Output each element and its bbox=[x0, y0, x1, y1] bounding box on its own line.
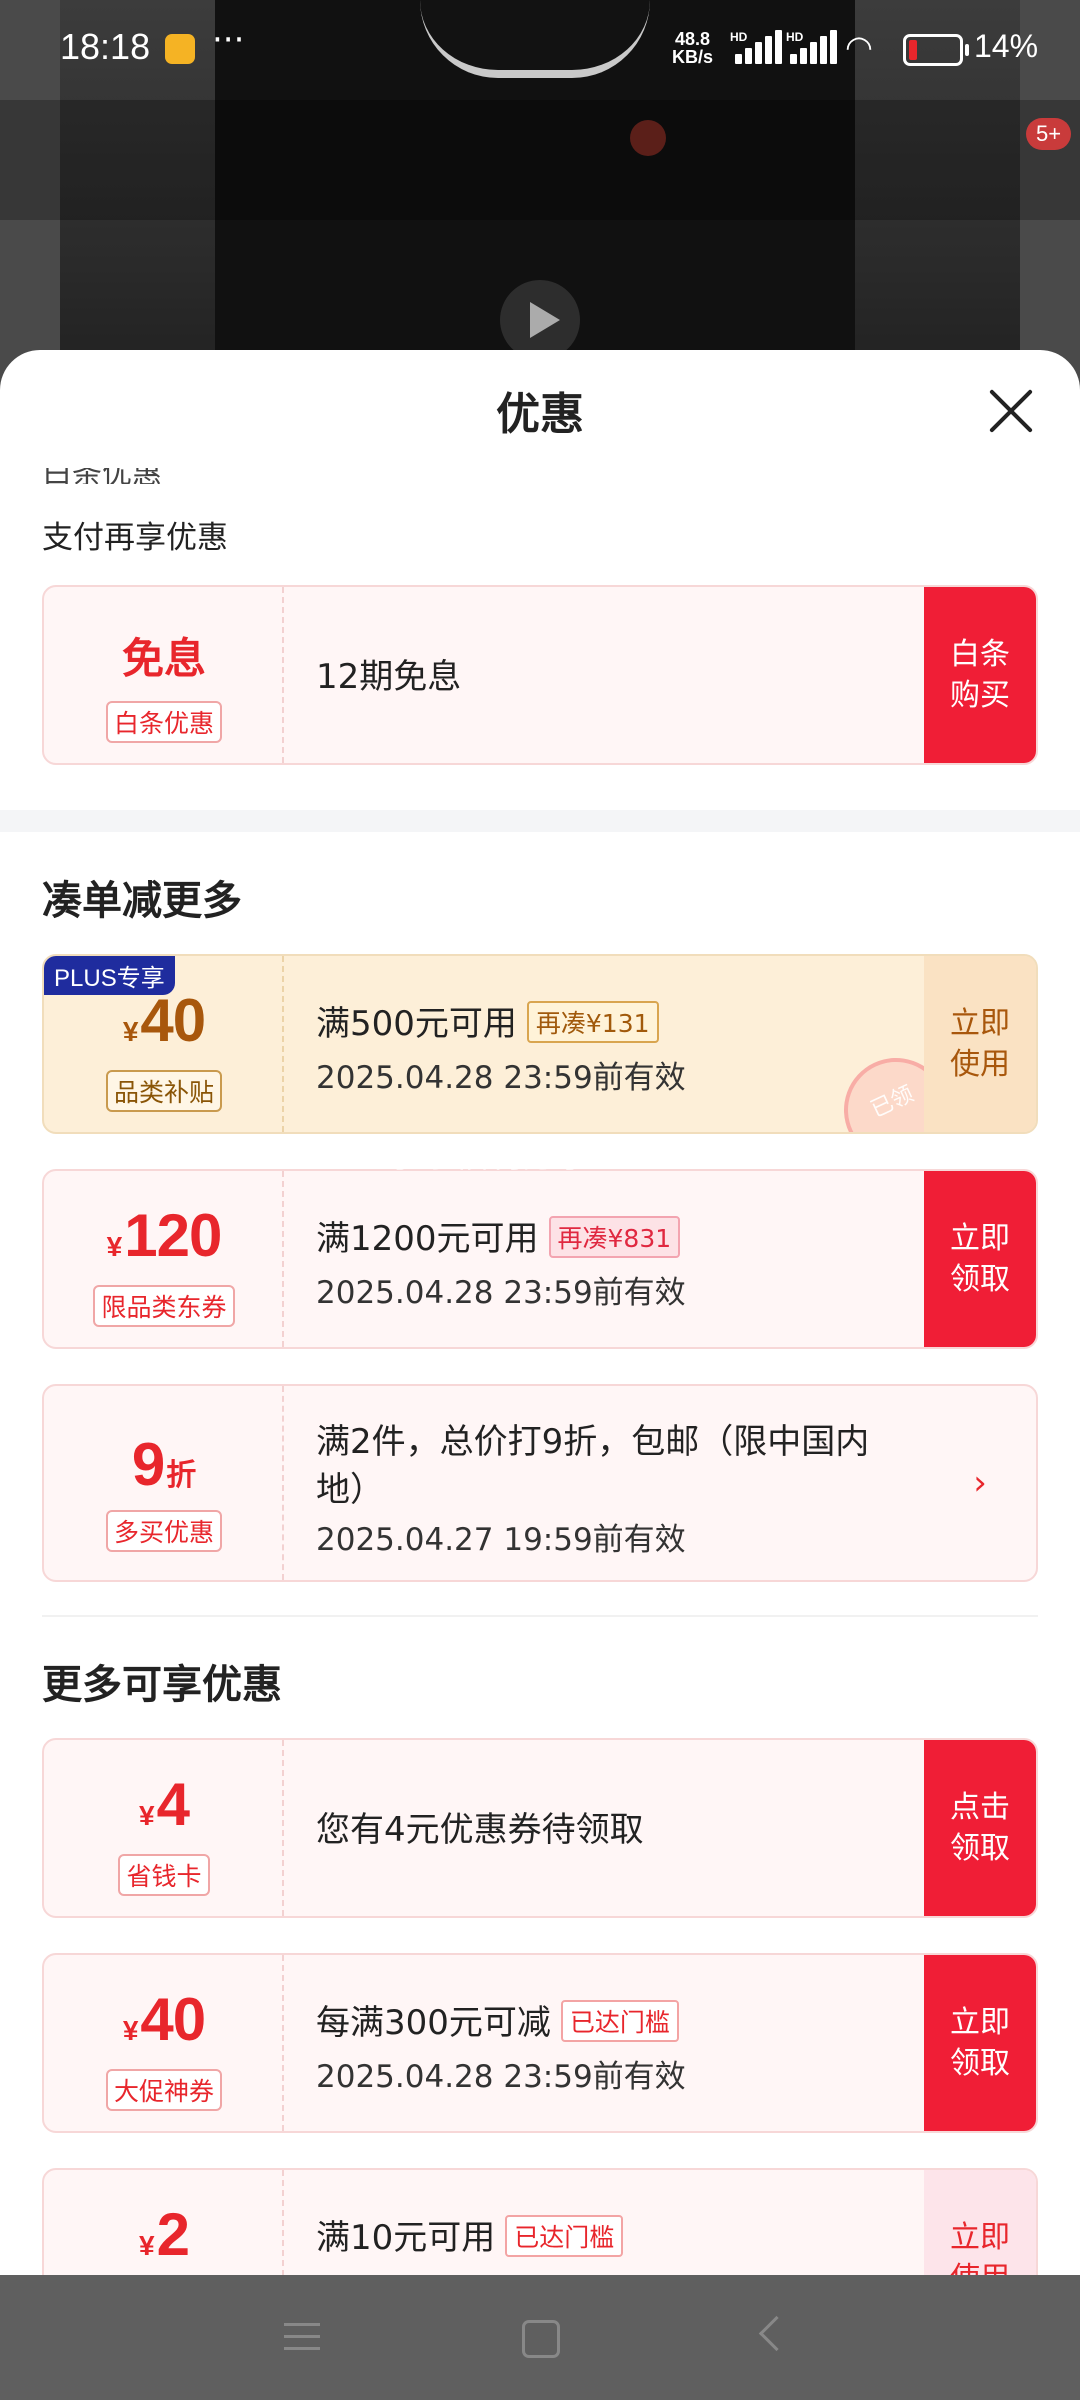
threshold-badge: 已达门槛 bbox=[505, 2215, 624, 2257]
coupon-validity: 2025.04.28 23:59前有效 bbox=[316, 1060, 686, 1096]
threshold-badge: 已达门槛 bbox=[560, 2000, 679, 2042]
coupon-value: ¥2 bbox=[139, 2201, 190, 2268]
coupon-value: 免息 bbox=[121, 634, 206, 683]
section-gap bbox=[0, 810, 1080, 832]
coupon-card: ¥120 限品类东券 满1200元可用 再凑¥831 2025.04.28 23:… bbox=[42, 1169, 1038, 1349]
message-count-badge[interactable]: 5+ bbox=[1026, 118, 1072, 150]
coupon-card: ¥4 省钱卡 您有4元优惠券待领取 点击领取 bbox=[42, 1738, 1038, 1918]
wifi-icon: ◠ bbox=[845, 28, 873, 66]
coupon-info: 满500元可用 再凑¥131 2025.04.28 23:59前有效 bbox=[316, 956, 916, 1132]
coupon-tag: 品类补贴 bbox=[44, 1070, 284, 1112]
claim-now-button[interactable]: 立即领取 bbox=[924, 1955, 1036, 2131]
notification-app-icon bbox=[165, 34, 195, 64]
coupon-title-cont: 地） bbox=[316, 1470, 384, 1510]
coupon-value: ¥40 bbox=[122, 1986, 206, 2053]
coupon-value: 9折 bbox=[131, 1431, 197, 1498]
coupon-title: 每满300元可减 已达门槛 bbox=[316, 1995, 679, 2044]
system-nav-bar bbox=[0, 2275, 1080, 2400]
coupon-card[interactable]: 9折 多买优惠 满2件，总价打9折，包邮（限中国内 地） 2025.04.27 … bbox=[42, 1384, 1038, 1582]
status-time: 18:18 bbox=[60, 26, 151, 67]
baitiao-card: 免息 白条优惠 12期免息 白条购买 bbox=[42, 585, 1038, 765]
battery-icon bbox=[903, 34, 969, 66]
coupon-validity: 2025.04.28前有效 bbox=[316, 2266, 587, 2275]
coupon-value-area: 9折 多买优惠 bbox=[44, 1386, 284, 1580]
add-on-badge: 再凑¥131 bbox=[526, 1001, 659, 1043]
coupon-info: 满2件，总价打9折，包邮（限中国内 地） 2025.04.27 19:59前有效 bbox=[316, 1386, 916, 1580]
coupon-tag: 省钱卡 bbox=[44, 1854, 284, 1896]
coupon-tag: 限品类东券 bbox=[44, 1285, 284, 1327]
chevron-right-icon[interactable]: › bbox=[924, 1386, 1036, 1580]
use-now-button[interactable]: 立即使用 bbox=[924, 2170, 1036, 2275]
use-now-button[interactable]: 立即使用 bbox=[924, 956, 1036, 1132]
section-divider bbox=[42, 1615, 1038, 1617]
coupon-info: 您有4元优惠券待领取 bbox=[316, 1740, 916, 1916]
coupon-title: 满2件，总价打9折，包邮（限中国内 bbox=[316, 1422, 870, 1462]
coupon-tag: 大促神券 bbox=[44, 2069, 284, 2111]
play-icon[interactable] bbox=[500, 280, 580, 360]
battery-percent: 14% bbox=[974, 28, 1039, 64]
coupon-tag: 白条优惠 bbox=[44, 701, 284, 743]
status-bar: 18:18 ··· 48.8 KB/s HD HD ◠ 14% bbox=[0, 0, 1080, 100]
coupon-title: 满500元可用 再凑¥131 bbox=[316, 996, 659, 1045]
plus-exclusive-badge: PLUS专享 bbox=[44, 956, 175, 995]
coupon-value-area: ¥40 大促神券 bbox=[44, 1955, 284, 2131]
home-icon[interactable] bbox=[522, 2320, 560, 2358]
status-more: ··· bbox=[212, 20, 245, 60]
coupon-value: ¥40 bbox=[122, 987, 206, 1054]
coupon-value: ¥4 bbox=[139, 1771, 190, 1838]
coupon-title: 您有4元优惠券待领取 bbox=[316, 1810, 644, 1850]
coupon-card: ¥40 大促神券 每满300元可减 已达门槛 2025.04.28 23:59前有… bbox=[42, 1953, 1038, 2133]
coupon-validity: 2025.04.28 23:59前有效 bbox=[316, 1275, 686, 1311]
coupon-info: 12期免息 bbox=[316, 587, 916, 763]
coupon-info: 满1200元可用 再凑¥831 2025.04.28 23:59前有效 bbox=[316, 1171, 916, 1347]
coupon-value-area: 免息 白条优惠 bbox=[44, 587, 284, 763]
signal-icon-1 bbox=[735, 30, 787, 64]
back-icon[interactable] bbox=[758, 2315, 795, 2352]
close-icon[interactable] bbox=[986, 386, 1036, 436]
coupon-card: ¥40 品类补贴 PLUS专享 满500元可用 再凑¥131 2025.04.28… bbox=[42, 954, 1038, 1134]
coupon-info: 每满300元可减 已达门槛 2025.04.28 23:59前有效 bbox=[316, 1955, 916, 2131]
scrolled-header-text: 白条优惠 bbox=[42, 468, 1042, 484]
coupon-value-area: ¥120 限品类东券 bbox=[44, 1171, 284, 1347]
baitiao-buy-button[interactable]: 白条购买 bbox=[924, 587, 1036, 763]
coupon-value-area: ¥2 bbox=[44, 2170, 284, 2275]
recent-apps-icon[interactable] bbox=[284, 2323, 320, 2351]
click-claim-button[interactable]: 点击领取 bbox=[924, 1740, 1036, 1916]
watermark-text: 京东福利分享 bbox=[386, 1136, 590, 1176]
coupon-desc: 12期免息 bbox=[316, 657, 462, 697]
coupon-value: ¥120 bbox=[106, 1202, 223, 1269]
claim-now-button[interactable]: 立即领取 bbox=[924, 1171, 1036, 1347]
sheet-title: 优惠 bbox=[496, 389, 584, 440]
network-speed-value: 48.8 bbox=[674, 29, 711, 49]
network-speed-unit: KB/s bbox=[672, 47, 714, 67]
section-title-more-order: 凑单减更多 bbox=[42, 878, 242, 924]
coupon-value-area: ¥4 省钱卡 bbox=[44, 1740, 284, 1916]
signal-icon-2 bbox=[790, 30, 842, 64]
coupon-tag: 多买优惠 bbox=[44, 1510, 284, 1552]
coupon-card: ¥2 满10元可用已达门槛 2025.04.28前有效 立即使用 bbox=[42, 2168, 1038, 2275]
section-title-more-offers: 更多可享优惠 bbox=[42, 1662, 282, 1708]
coupon-title: 满10元可用 已达门槛 bbox=[316, 2210, 624, 2259]
offers-sheet: 优惠 白条优惠 支付再享优惠 免息 白条优惠 12期免息 白条购买 凑单减更多 … bbox=[0, 350, 1080, 2275]
add-on-badge: 再凑¥831 bbox=[548, 1216, 681, 1258]
network-speed: 48.8 KB/s bbox=[672, 30, 713, 66]
coupon-validity: 2025.04.28 23:59前有效 bbox=[316, 2059, 686, 2095]
product-top-bar bbox=[0, 100, 1080, 220]
coupon-title: 满1200元可用 再凑¥831 bbox=[316, 1211, 681, 1260]
coupon-validity: 2025.04.27 19:59前有效 bbox=[316, 1522, 686, 1558]
pay-offer-caption: 支付再享优惠 bbox=[42, 520, 228, 556]
coupon-info: 满10元可用已达门槛 2025.04.28前有效 bbox=[316, 2170, 916, 2275]
